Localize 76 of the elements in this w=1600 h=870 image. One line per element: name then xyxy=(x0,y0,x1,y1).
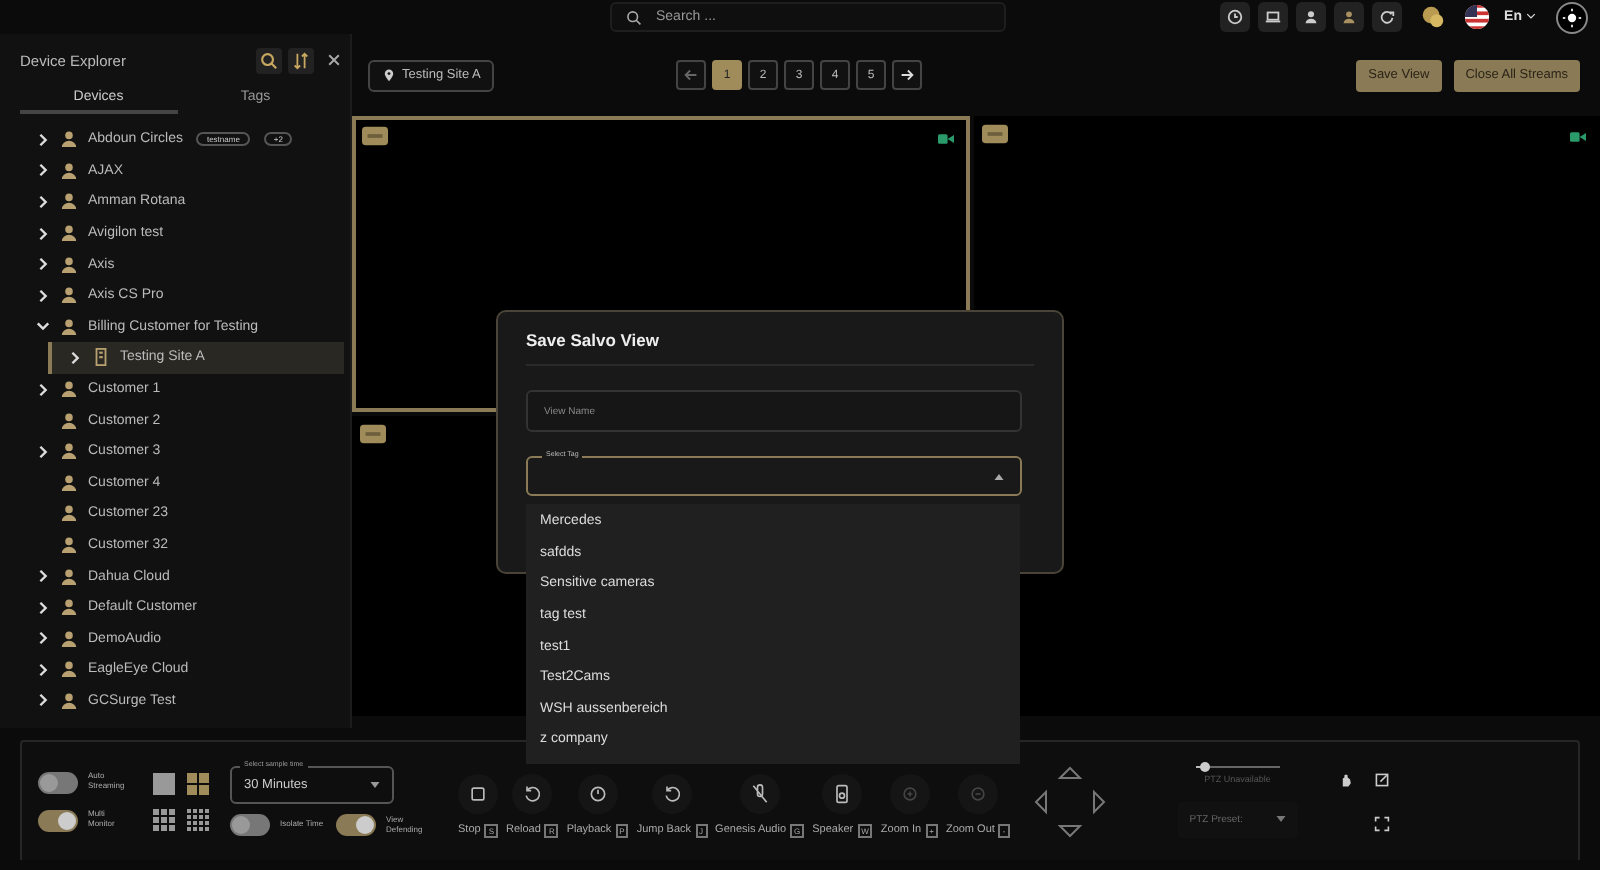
building-icon xyxy=(92,348,110,367)
badge-icon xyxy=(362,126,388,146)
chevron-down-icon[interactable] xyxy=(36,318,50,335)
fullscreen-icon[interactable] xyxy=(1373,815,1390,831)
theme-icon[interactable] xyxy=(1556,1,1588,33)
badge-icon xyxy=(360,424,386,444)
toggle-switch[interactable] xyxy=(38,809,78,831)
toggle-switch[interactable] xyxy=(336,814,376,836)
person-icon xyxy=(60,660,78,679)
toggle-switch[interactable] xyxy=(230,814,270,836)
sort-icon[interactable] xyxy=(288,47,314,73)
dialog-title: Save Salvo View xyxy=(526,330,1034,366)
person-icon xyxy=(60,473,78,492)
chevron-right-icon[interactable] xyxy=(36,661,50,678)
chevron-right-icon[interactable] xyxy=(36,692,50,709)
chevron-right-icon[interactable] xyxy=(36,162,50,179)
external-link-icon[interactable] xyxy=(1373,771,1390,787)
pin-icon xyxy=(382,68,396,82)
person-icon xyxy=(60,629,78,648)
users-icon[interactable] xyxy=(1334,2,1365,32)
person-icon xyxy=(60,504,78,523)
caret-icon xyxy=(1526,12,1536,20)
toggle-switch[interactable] xyxy=(38,771,78,793)
chevron-right-icon[interactable] xyxy=(36,381,50,398)
close-icon[interactable] xyxy=(326,52,342,68)
stop-icon[interactable] xyxy=(458,773,498,813)
person-icon xyxy=(60,317,78,336)
speaker-icon[interactable] xyxy=(822,773,863,813)
person-icon xyxy=(60,691,78,710)
jumpback-icon[interactable] xyxy=(651,773,692,813)
user-icon[interactable] xyxy=(1296,2,1327,32)
person-icon xyxy=(60,255,78,274)
layout-quad-icon[interactable] xyxy=(186,771,210,795)
person-icon xyxy=(60,130,78,149)
person-icon xyxy=(60,286,78,305)
layout-sixteen-icon[interactable] xyxy=(186,807,210,831)
playback-icon[interactable] xyxy=(577,773,618,813)
search-icon[interactable] xyxy=(256,47,282,73)
person-icon xyxy=(60,567,78,586)
chevron-right-icon[interactable] xyxy=(68,349,82,366)
chevron-right-icon[interactable] xyxy=(36,225,50,242)
clock-icon[interactable] xyxy=(1220,2,1251,32)
caret-icon xyxy=(1275,816,1286,822)
direction-pad-drawing[interactable] xyxy=(1029,761,1110,841)
person-icon xyxy=(60,161,78,180)
chevron-right-icon[interactable] xyxy=(36,568,50,585)
chevron-right-icon[interactable] xyxy=(36,630,50,647)
chevron-right-icon[interactable] xyxy=(36,193,50,210)
chevron-right-icon[interactable] xyxy=(36,256,50,273)
next-page-icon[interactable] xyxy=(892,60,922,90)
badge-icon xyxy=(982,124,1008,144)
person-icon xyxy=(60,411,78,430)
chevron-right-icon[interactable] xyxy=(36,287,50,304)
person-icon xyxy=(60,536,78,555)
chevron-right-icon[interactable] xyxy=(36,599,50,616)
search-icon xyxy=(626,10,642,26)
video-tile[interactable] xyxy=(974,116,1600,716)
chevron-right-icon[interactable] xyxy=(36,131,50,148)
person-icon xyxy=(60,598,78,617)
layout-single-icon[interactable] xyxy=(152,771,176,795)
coins-icon[interactable] xyxy=(1420,4,1447,30)
refresh-icon[interactable] xyxy=(1372,2,1403,32)
flag-icon[interactable] xyxy=(1464,4,1491,30)
reload-icon[interactable] xyxy=(512,773,553,813)
laptop-icon[interactable] xyxy=(1258,2,1289,32)
chevron-right-icon[interactable] xyxy=(36,443,50,460)
person-icon xyxy=(60,224,78,243)
caret-icon xyxy=(370,782,380,788)
caret-icon xyxy=(994,473,1004,479)
person-icon xyxy=(60,192,78,211)
hand-icon[interactable] xyxy=(1337,771,1354,787)
person-icon xyxy=(60,380,78,399)
person-icon xyxy=(60,442,78,461)
previous-page-icon[interactable] xyxy=(676,60,706,90)
layout-nine-icon[interactable] xyxy=(152,807,176,831)
audio-icon[interactable] xyxy=(739,773,780,813)
